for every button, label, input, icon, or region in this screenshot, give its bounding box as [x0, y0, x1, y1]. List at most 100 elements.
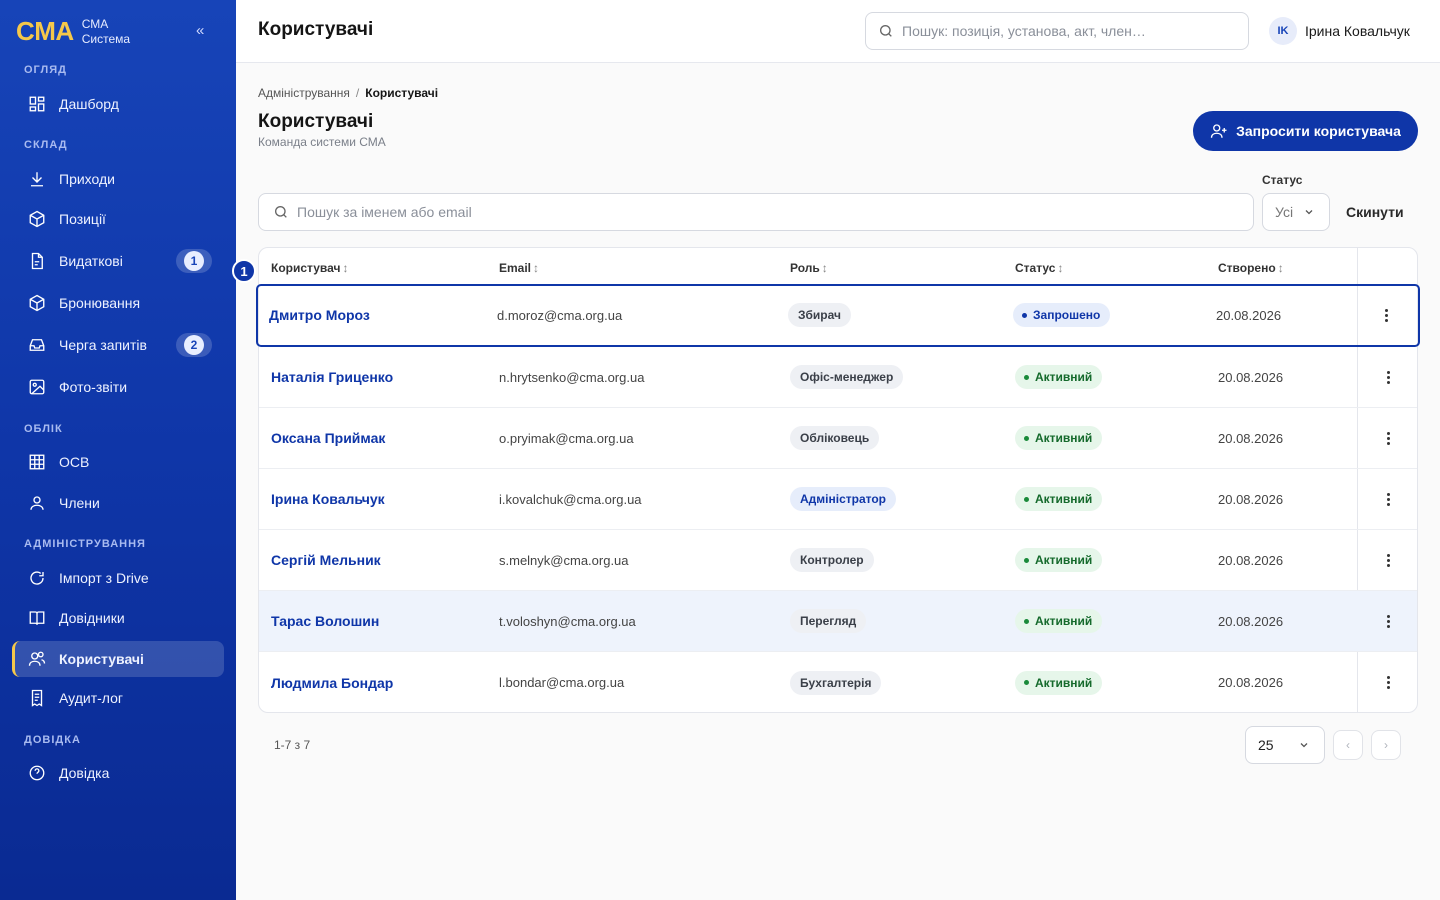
sidebar-item-label: Члени [59, 495, 100, 511]
role-badge: Адміністратор [790, 487, 897, 511]
table-row[interactable]: Людмила Бондар l.bondar@cma.org.ua Бухга… [259, 652, 1417, 713]
sidebar-item-users[interactable]: Користувачі [12, 641, 224, 677]
user-email: d.moroz@cma.org.ua [497, 307, 623, 323]
user-plus-icon [1210, 124, 1227, 138]
document-icon [31, 252, 43, 270]
more-vertical-icon [1386, 614, 1390, 628]
created-date: 20.08.2026 [1216, 307, 1282, 323]
status-filter-label: Статус [1262, 173, 1303, 187]
sort-icon: ↕ [533, 261, 540, 275]
status-badge: Активний [1015, 670, 1103, 695]
sidebar-item-queue[interactable]: Черга запитів 2 [12, 327, 224, 363]
user-menu[interactable]: IK Ірина Ковальчук [1269, 17, 1410, 45]
created-date: 20.08.2026 [1218, 430, 1284, 446]
rows-per-page-select[interactable]: 25 [1245, 726, 1325, 764]
user-search[interactable] [258, 193, 1254, 231]
sidebar-item-label: ОСВ [59, 454, 90, 470]
invite-user-label: Запросити користувача [1236, 123, 1401, 139]
user-name-link[interactable]: Сергій Мельник [271, 530, 381, 590]
breadcrumb-current: Користувачі [365, 86, 439, 100]
brand[interactable]: CMA СМА Система [16, 16, 130, 47]
role-badge: Офіс-менеджер [790, 365, 904, 389]
invite-user-button[interactable]: Запросити користувача [1193, 111, 1418, 151]
status-badge: Активний [1015, 426, 1103, 450]
breadcrumb-parent[interactable]: Адміністрування [258, 86, 350, 100]
table-row[interactable]: Оксана Приймак o.pryimak@cma.org.ua Облі… [259, 408, 1417, 469]
row-actions-button[interactable] [1358, 652, 1418, 713]
prev-page-button[interactable]: ‹ [1333, 730, 1363, 760]
image-icon [29, 379, 45, 395]
user-email: i.kovalchuk@cma.org.ua [499, 491, 642, 507]
next-page-button[interactable]: › [1371, 730, 1401, 760]
table-icon [29, 454, 45, 470]
dashboard-icon [29, 96, 45, 112]
sidebar-item-dashboard[interactable]: Дашборд [12, 86, 224, 122]
role-badge: Перегляд [790, 609, 867, 633]
sidebar-item-help[interactable]: Довідка [12, 755, 224, 791]
chevron-down-icon [1305, 210, 1313, 215]
global-search-input[interactable] [902, 23, 1232, 39]
row-actions-button[interactable] [1356, 285, 1416, 345]
status-filter-value: Усі [1275, 204, 1294, 220]
sidebar-item-photo-reports[interactable]: Фото-звіти [12, 369, 224, 405]
row-actions-button[interactable] [1358, 530, 1418, 590]
created-date: 20.08.2026 [1218, 369, 1284, 385]
status-badge: Активний [1015, 365, 1103, 389]
sidebar-item-label: Фото-звіти [59, 379, 128, 395]
sidebar-item-osv[interactable]: ОСВ [12, 444, 224, 480]
row-actions-button[interactable] [1358, 469, 1418, 529]
column-header-email[interactable]: Email ↕ [499, 261, 539, 275]
table-row[interactable]: Тарас Волошин t.voloshyn@cma.org.ua Пере… [259, 591, 1417, 652]
sidebar-item-label: Дашборд [59, 96, 119, 112]
sidebar-item-members[interactable]: Члени [12, 485, 224, 521]
status-filter-select[interactable]: Усі [1262, 193, 1330, 231]
user-name-link[interactable]: Оксана Приймак [271, 408, 385, 468]
column-header-user[interactable]: Користувач ↕ [271, 261, 348, 275]
sidebar-item-receipts[interactable]: Приходи [12, 161, 224, 197]
collapse-sidebar-button[interactable]: « [196, 22, 204, 39]
user-name-link[interactable]: Наталія Гриценко [271, 347, 393, 407]
tour-step-marker[interactable]: 1 [232, 259, 256, 283]
table-row[interactable]: Наталія Гриценко n.hrytsenko@cma.org.ua … [259, 347, 1417, 408]
column-header-role[interactable]: Роль ↕ [790, 261, 828, 275]
user-email: l.bondar@cma.org.ua [499, 675, 625, 690]
table-row[interactable]: Ірина Ковальчук i.kovalchuk@cma.org.ua А… [259, 469, 1417, 530]
reset-filters-button[interactable]: Скинути [1346, 193, 1404, 231]
row-actions-button[interactable] [1358, 408, 1418, 468]
chevron-down-icon [1300, 743, 1308, 748]
user-name-link[interactable]: Дмитро Мороз [269, 285, 370, 345]
rows-per-page-value: 25 [1258, 737, 1274, 753]
user-name-link[interactable]: Ірина Ковальчук [271, 469, 385, 529]
user-name-link[interactable]: Людмила Бондар [271, 652, 393, 713]
user-email: o.pryimak@cma.org.ua [499, 430, 634, 446]
sidebar-item-expenses[interactable]: Видаткові 1 [12, 243, 224, 279]
refresh-icon [30, 571, 44, 585]
status-badge: Активний [1015, 609, 1103, 633]
sidebar-item-positions[interactable]: Позиції [12, 201, 224, 237]
table-row[interactable]: Дмитро Мороз d.moroz@cma.org.ua Збирач З… [256, 284, 1420, 347]
row-actions-button[interactable] [1358, 591, 1418, 651]
user-name-link[interactable]: Тарас Волошин [271, 591, 379, 651]
pagination-range: 1-7 з 7 [274, 738, 311, 752]
column-header-status[interactable]: Статус ↕ [1015, 261, 1063, 275]
row-actions-button[interactable] [1358, 347, 1418, 407]
book-icon [29, 611, 45, 625]
users-icon [28, 651, 46, 666]
user-search-input[interactable] [297, 204, 1197, 220]
sidebar-item-directories[interactable]: Довідники [12, 600, 224, 636]
section-label-accounting: ОБЛІК [24, 423, 63, 435]
inbox-icon [29, 339, 45, 351]
user-email: t.voloshyn@cma.org.ua [499, 613, 636, 629]
breadcrumb: Адміністрування / Користувачі [258, 86, 438, 100]
expenses-count-badge: 1 [176, 249, 212, 273]
column-header-created[interactable]: Створено ↕ [1218, 261, 1284, 275]
sidebar-item-reservations[interactable]: Бронювання [12, 285, 224, 321]
search-icon [880, 25, 892, 37]
brand-logo: CMA [16, 16, 74, 46]
sidebar-item-drive-import[interactable]: Імпорт з Drive [12, 560, 224, 596]
receipt-icon [31, 689, 43, 707]
sidebar-item-audit-log[interactable]: Аудит-лог [12, 680, 224, 716]
global-search[interactable] [865, 12, 1249, 50]
sort-icon: ↕ [1277, 261, 1284, 275]
table-row[interactable]: Сергій Мельник s.melnyk@cma.org.ua Контр… [259, 530, 1417, 591]
